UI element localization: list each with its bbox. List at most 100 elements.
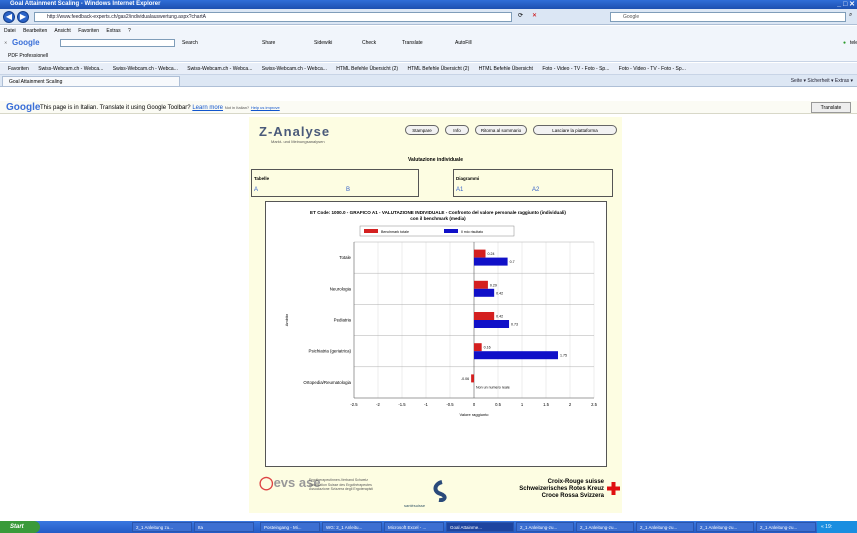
- chart-bar: [474, 351, 558, 360]
- chart-bar: [474, 288, 495, 297]
- favorite-item[interactable]: Foto - Video - TV - Foto - Sp...: [542, 66, 609, 72]
- search-icon[interactable]: ⌕: [849, 12, 852, 19]
- toolbar-account[interactable]: telecor: [850, 36, 857, 50]
- address-bar[interactable]: http://www.feedback-experts.ch/gas2/indi…: [34, 12, 512, 22]
- taskbar-item[interactable]: 2_1 Anleitung-zu...: [756, 522, 816, 532]
- taskbar-item[interactable]: 2_1 Anleitung-zu...: [696, 522, 754, 532]
- favorite-item[interactable]: Swiss-Webcam.ch - Webca...: [187, 66, 252, 72]
- taskbar-item[interactable]: Microsoft Excel - ...: [384, 522, 444, 532]
- taskbar-item-active[interactable]: Goal Attainme...: [446, 522, 514, 532]
- favorites-button[interactable]: Favoriten: [8, 66, 29, 72]
- x-tick-label: -2.5: [350, 402, 358, 407]
- x-tick-label: 2: [569, 402, 572, 407]
- chart-bar: [474, 249, 486, 258]
- menu-file[interactable]: Datei: [4, 28, 16, 34]
- menu-help[interactable]: ?: [128, 28, 131, 34]
- data-label: 0.16: [484, 346, 491, 350]
- back-button[interactable]: ◀: [3, 11, 15, 23]
- learn-more-link[interactable]: Learn more: [192, 105, 223, 111]
- taskbar-item[interactable]: 2_1 Anleitung-zu...: [516, 522, 574, 532]
- chart-title: ET Code: 1000.0 - GRAFICO A1 - VALUTAZIO…: [310, 210, 566, 215]
- diagram-a1-link[interactable]: A1: [456, 187, 463, 193]
- pdf-toolbar-label[interactable]: PDF Professionell: [8, 53, 48, 59]
- santesuisse-logo: [433, 480, 447, 502]
- menu-view[interactable]: Ansicht: [54, 28, 70, 34]
- refresh-icon[interactable]: ⟳: [518, 12, 523, 19]
- taskbar-item[interactable]: 2_1 Anleitung-zu...: [636, 522, 694, 532]
- taskbar-item[interactable]: 2_1 Anleitung zu...: [132, 522, 192, 532]
- stop-icon[interactable]: ✕: [532, 12, 537, 19]
- chart-title: con il benchmark (media): [410, 216, 466, 221]
- window-controls[interactable]: _ □ ✕: [837, 0, 855, 9]
- info-button[interactable]: Info: [445, 125, 469, 135]
- toolbar-autofill-button[interactable]: AutoFill: [455, 36, 472, 50]
- close-toolbar-icon[interactable]: ✕: [4, 36, 7, 50]
- toolbar-sidewiki-button[interactable]: Sidewiki: [314, 36, 332, 50]
- x-tick-label: -0.5: [446, 402, 454, 407]
- favorite-item[interactable]: Swiss-Webcam.ch - Webca...: [113, 66, 178, 72]
- print-button[interactable]: Stampare: [405, 125, 439, 135]
- translate-message: This page is in Italian. Translate it us…: [40, 101, 280, 115]
- table-b-link[interactable]: B: [346, 187, 350, 193]
- toolbar-search-button[interactable]: Search: [182, 36, 198, 50]
- translate-message-text: This page is in Italian. Translate it us…: [40, 105, 191, 111]
- toolbar-share-button[interactable]: Share: [262, 36, 275, 50]
- menu-edit[interactable]: Bearbeiten: [23, 28, 47, 34]
- data-label: 0.42: [496, 315, 503, 319]
- sponsor-footer: ◯evs ase Ergotherapeutinnen-Verband Schw…: [249, 472, 622, 512]
- google-logo: Google: [6, 102, 41, 113]
- toolbar-translate-button[interactable]: Translate: [402, 36, 423, 50]
- table-a-link[interactable]: A: [254, 187, 258, 193]
- page-title: Valutazione individuale: [407, 157, 463, 163]
- google-toolbar: ✕ Google Search Share Sidewiki Check Tra…: [0, 36, 857, 50]
- diagrams-box: Diagrammi A1 A2: [453, 169, 613, 197]
- category-label: Neurologia: [330, 286, 352, 291]
- category-label: Totale: [339, 255, 351, 260]
- favorite-item[interactable]: HTML Befehle Übersicht: [479, 66, 533, 72]
- command-bar[interactable]: Seite ▾ Sicherheit ▾ Extras ▾: [791, 75, 853, 87]
- taskbar-item[interactable]: WG: 2_1 Anleitu...: [322, 522, 382, 532]
- menu-favorites[interactable]: Favoriten: [78, 28, 99, 34]
- favorite-item[interactable]: Swiss-Webcam.ch - Webca...: [38, 66, 103, 72]
- taskbar-item[interactable]: Posteingang - Mi...: [260, 522, 320, 532]
- menu-bar: Datei Bearbeiten Ansicht Favoriten Extra…: [0, 26, 857, 36]
- taskbar-item[interactable]: Ita: [194, 522, 254, 532]
- x-tick-label: -1: [424, 402, 428, 407]
- leave-platform-button[interactable]: Lasciare la piattaforma: [533, 125, 617, 135]
- diagrams-title: Diagrammi: [456, 176, 480, 181]
- translate-button[interactable]: Translate: [811, 102, 851, 113]
- chart-bar: [474, 320, 510, 328]
- favorite-item[interactable]: HTML Befehle Übersicht (2): [407, 66, 469, 72]
- evs-text-line: Associazione Svizzera degli Ergoterapist…: [309, 487, 374, 491]
- tab-row: Goal Attainment Scaling Seite ▾ Sicherhe…: [0, 75, 857, 87]
- chart-frame: ET Code: 1000.0 - GRAFICO A1 - VALUTAZIO…: [265, 201, 607, 467]
- data-label: 1.75: [560, 354, 567, 358]
- help-improve-link[interactable]: Help us improve: [251, 105, 280, 110]
- tab-label: Goal Attainment Scaling: [9, 79, 63, 85]
- diagram-a2-link[interactable]: A2: [532, 187, 539, 193]
- x-tick-label: 2.5: [591, 402, 597, 407]
- santesuisse-text: santésuisse: [404, 503, 426, 508]
- status-dot-icon: ●: [843, 40, 847, 46]
- pdf-toolbar: PDF Professionell: [0, 50, 857, 62]
- favorite-item[interactable]: HTML Befehle Übersicht (2): [336, 66, 398, 72]
- menu-extras[interactable]: Extras: [106, 28, 120, 34]
- favorite-item[interactable]: Swiss-Webcam.ch - Webca...: [262, 66, 327, 72]
- toolbar-check-button[interactable]: Check: [362, 36, 376, 50]
- chart-bar: [474, 257, 508, 266]
- tables-box: Tabelle A B: [251, 169, 419, 197]
- forward-button[interactable]: ▶: [17, 11, 29, 23]
- google-search-input[interactable]: [60, 39, 175, 47]
- back-to-summary-button[interactable]: Ritorna al sommario: [475, 125, 527, 135]
- search-input[interactable]: Google: [610, 12, 846, 22]
- not-italian-link[interactable]: Not in Italian?: [225, 105, 249, 110]
- favorite-item[interactable]: Foto - Video - TV - Foto - Sp...: [619, 66, 686, 72]
- category-label: Ortopedia/Reumatologia: [303, 380, 351, 385]
- category-label: Pediatria: [334, 318, 352, 323]
- tab-goal-attainment[interactable]: Goal Attainment Scaling: [2, 76, 180, 87]
- x-tick-label: 0.5: [495, 402, 501, 407]
- data-label: 0.24: [488, 252, 495, 256]
- window-title: Goal Attainment Scaling - Windows Intern…: [10, 1, 161, 7]
- taskbar-item[interactable]: 2_1 Anleitung-zu...: [576, 522, 634, 532]
- start-button[interactable]: Start: [0, 521, 40, 533]
